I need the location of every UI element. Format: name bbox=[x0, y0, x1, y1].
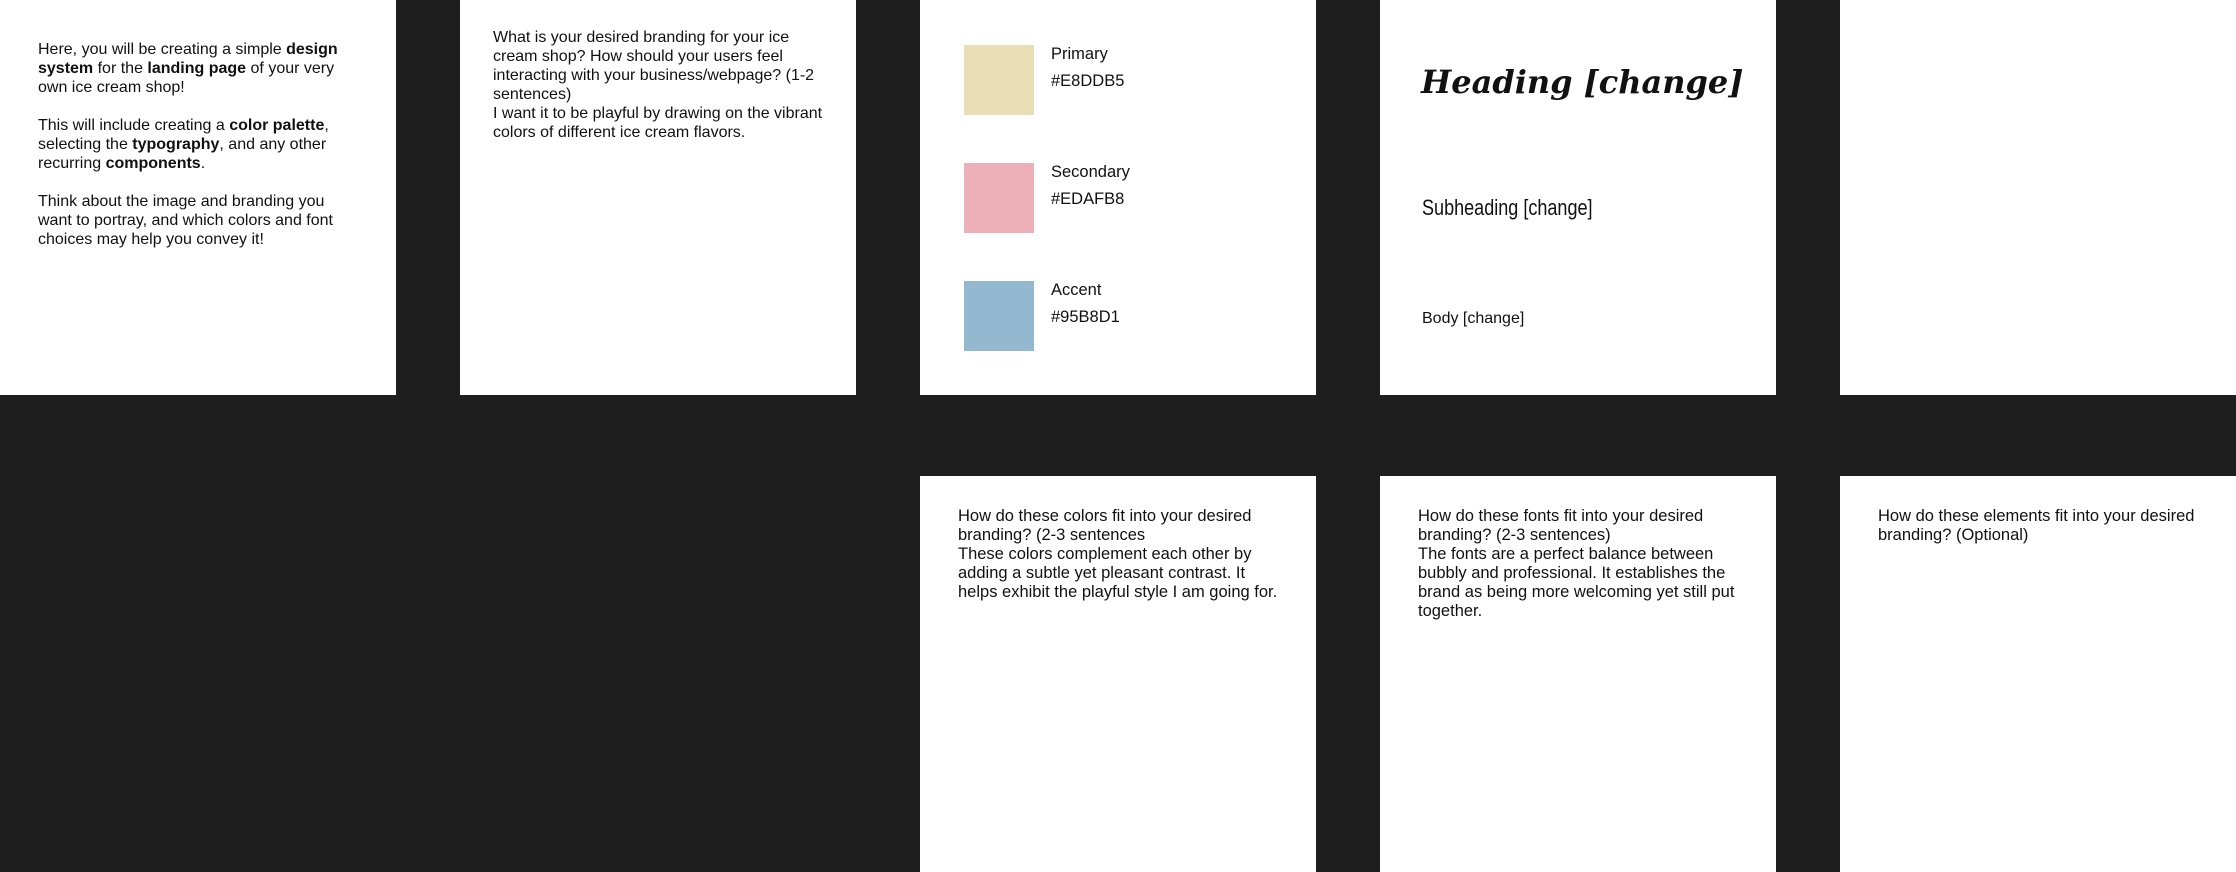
primary-color-swatch[interactable] bbox=[964, 45, 1034, 115]
secondary-color-swatch[interactable] bbox=[964, 163, 1034, 233]
branding-frame[interactable]: What is your desired branding for your i… bbox=[460, 0, 856, 395]
color-palette-frame[interactable]: Primary #E8DDB5 Secondary #EDAFB8 Accent… bbox=[920, 0, 1316, 395]
intro-text-run: for the bbox=[93, 60, 148, 77]
design-canvas: Here, you will be creating a simple desi… bbox=[0, 0, 2236, 872]
intro-text: Here, you will be creating a simple desi… bbox=[38, 40, 358, 249]
intro-bold-color-palette: color palette bbox=[229, 117, 325, 134]
intro-bold-components: components bbox=[105, 155, 201, 172]
intro-text-run: This will include creating a bbox=[38, 117, 230, 134]
accent-color-label: Accent bbox=[1051, 281, 1102, 299]
typography-frame[interactable]: Heading [change] Subheading [change] Bod… bbox=[1380, 0, 1776, 395]
components-frame[interactable] bbox=[1840, 0, 2236, 395]
heading-sample[interactable]: Heading [change] bbox=[1421, 63, 1743, 101]
branding-question: What is your desired branding for your i… bbox=[493, 29, 815, 103]
intro-text-run: Here, you will be creating a simple bbox=[38, 41, 287, 58]
fonts-fit-question: How do these fonts fit into your desired… bbox=[1418, 507, 1704, 544]
intro-paragraph-1: Here, you will be creating a simple desi… bbox=[38, 40, 358, 97]
intro-text-run: . bbox=[200, 155, 206, 172]
colors-fit-frame[interactable]: How do these colors fit into your desire… bbox=[920, 476, 1316, 872]
subheading-sample[interactable]: Subheading [change] bbox=[1422, 195, 1593, 221]
accent-color-hex[interactable]: #95B8D1 bbox=[1051, 308, 1120, 327]
colors-fit-answer[interactable]: These colors complement each other by ad… bbox=[958, 545, 1288, 602]
branding-text: What is your desired branding for your i… bbox=[493, 28, 823, 142]
colors-fit-question: How do these colors fit into your desire… bbox=[958, 507, 1252, 544]
primary-color-hex[interactable]: #E8DDB5 bbox=[1051, 72, 1124, 91]
fonts-fit-frame[interactable]: How do these fonts fit into your desired… bbox=[1380, 476, 1776, 872]
secondary-color-label: Secondary bbox=[1051, 163, 1130, 181]
intro-bold-landing-page: landing page bbox=[147, 60, 247, 77]
colors-fit-text: How do these colors fit into your desire… bbox=[958, 507, 1288, 602]
intro-paragraph-3: Think about the image and branding you w… bbox=[38, 193, 333, 248]
elements-fit-frame[interactable]: How do these elements fit into your desi… bbox=[1840, 476, 2236, 872]
secondary-color-hex[interactable]: #EDAFB8 bbox=[1051, 190, 1124, 209]
accent-color-swatch[interactable] bbox=[964, 281, 1034, 351]
elements-fit-question: How do these elements fit into your desi… bbox=[1878, 507, 2195, 544]
fonts-fit-answer[interactable]: The fonts are a perfect balance between … bbox=[1418, 545, 1753, 621]
intro-bold-typography: typography bbox=[132, 136, 220, 153]
body-sample[interactable]: Body [change] bbox=[1422, 310, 1524, 328]
primary-color-label: Primary bbox=[1051, 45, 1108, 63]
intro-frame[interactable]: Here, you will be creating a simple desi… bbox=[0, 0, 396, 395]
intro-paragraph-2: This will include creating a color palet… bbox=[38, 116, 358, 173]
fonts-fit-text: How do these fonts fit into your desired… bbox=[1418, 507, 1753, 621]
branding-answer[interactable]: I want it to be playful by drawing on th… bbox=[493, 104, 823, 142]
elements-fit-text: How do these elements fit into your desi… bbox=[1878, 507, 2208, 545]
